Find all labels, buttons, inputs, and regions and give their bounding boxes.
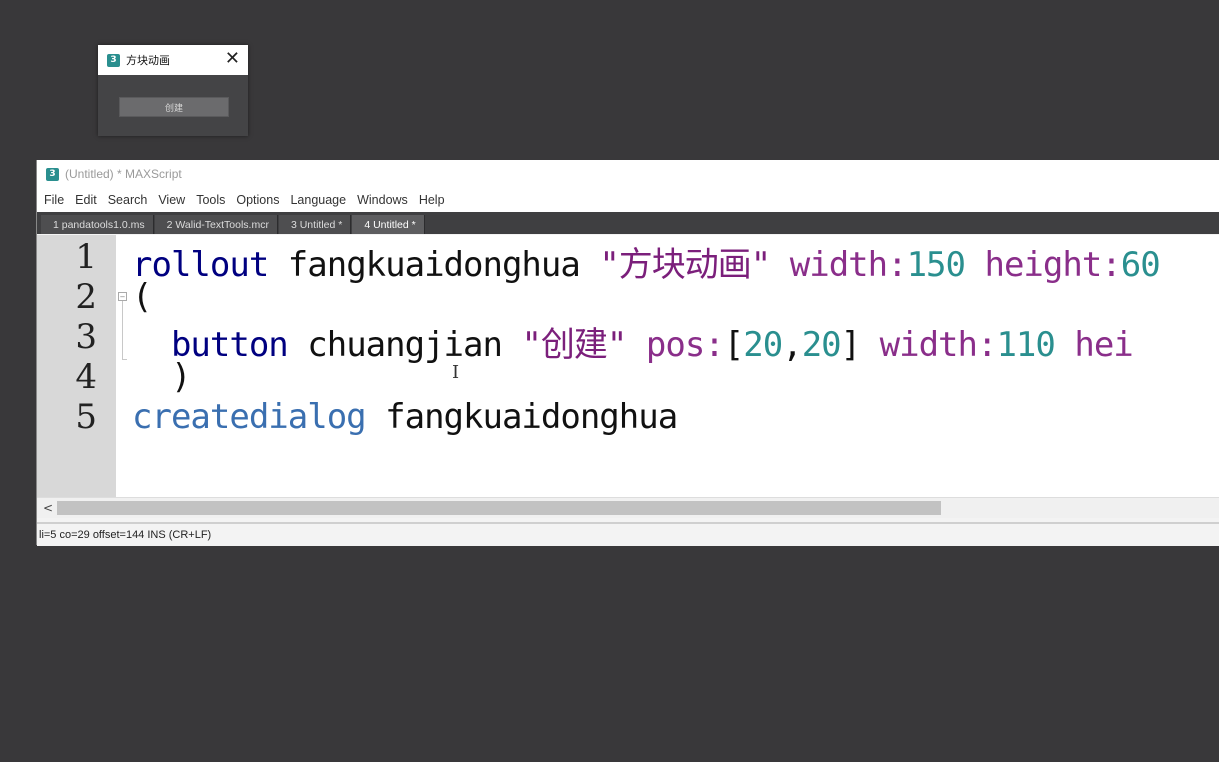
menu-file[interactable]: File — [44, 193, 64, 207]
max-app-icon: 3 — [107, 53, 120, 67]
code-string: "创建" — [521, 325, 627, 365]
code-string: "方块动画" — [599, 245, 771, 285]
close-icon[interactable]: ✕ — [225, 50, 240, 68]
code-identifier: chuangjian — [307, 325, 503, 365]
code-line-2: ( — [132, 277, 153, 317]
code-function: createdialog — [132, 397, 367, 437]
code-line-3: button chuangjian "创建" pos:[20,20] width… — [132, 317, 1134, 366]
code-bracket: [ — [723, 325, 745, 365]
menu-options[interactable]: Options — [236, 193, 279, 207]
menu-help[interactable]: Help — [419, 193, 445, 207]
code-param: hei — [1074, 325, 1133, 365]
fold-guide — [122, 301, 123, 359]
rollout-dialog: 3 方块动画 ✕ 创建 — [98, 45, 248, 136]
dialog-titlebar[interactable]: 3 方块动画 ✕ — [98, 45, 248, 75]
code-paren: ) — [170, 357, 192, 397]
code-number: 150 — [906, 245, 966, 285]
menu-view[interactable]: View — [158, 193, 185, 207]
code-line-5: createdialog fangkuaidonghua — [132, 397, 678, 437]
code-editor[interactable]: 1 2 3 4 5 − rollout fangkuaidonghua "方块动… — [37, 235, 1219, 497]
line-number: 3 — [75, 317, 97, 357]
code-number: 20 — [801, 325, 842, 365]
dialog-title: 方块动画 — [126, 54, 170, 67]
code-keyword: rollout — [132, 245, 269, 285]
tab-walid-texttools[interactable]: 2 Walid-TextTools.mcr — [154, 215, 278, 234]
line-number-gutter: 1 2 3 4 5 — [37, 235, 116, 497]
editor-title: (Untitled) * MAXScript — [65, 167, 182, 181]
code-number: 20 — [743, 325, 783, 365]
code-identifier: fangkuaidonghua — [385, 397, 678, 437]
ibeam-cursor-icon: I — [452, 362, 460, 383]
file-tab-bar: 1 pandatools1.0.ms 2 Walid-TextTools.mcr… — [37, 212, 1219, 234]
menubar: File Edit Search View Tools Options Lang… — [37, 188, 1219, 212]
menu-language[interactable]: Language — [290, 193, 346, 207]
max-app-icon: 3 — [46, 167, 59, 181]
code-param: height: — [984, 245, 1121, 285]
code-line-4: ) — [132, 357, 192, 397]
menu-edit[interactable]: Edit — [75, 193, 97, 207]
line-number: 5 — [75, 397, 97, 437]
code-bracket: ] — [840, 325, 862, 365]
tab-pandatools[interactable]: 1 pandatools1.0.ms — [41, 215, 154, 234]
maxscript-editor-window: 3 (Untitled) * MAXScript File Edit Searc… — [36, 160, 1219, 546]
line-number: 1 — [75, 237, 97, 277]
code-paren: ( — [132, 277, 153, 317]
menu-search[interactable]: Search — [108, 193, 148, 207]
code-param: pos: — [645, 325, 725, 365]
scroll-thumb[interactable] — [57, 501, 941, 515]
horizontal-scrollbar[interactable]: < — [37, 497, 1219, 518]
code-number: 60 — [1120, 245, 1161, 285]
scroll-left-icon[interactable]: < — [43, 501, 53, 515]
line-number: 2 — [75, 277, 97, 317]
menu-tools[interactable]: Tools — [196, 193, 225, 207]
line-number: 4 — [75, 357, 97, 397]
menu-windows[interactable]: Windows — [357, 193, 408, 207]
code-param: width: — [789, 245, 908, 285]
code-param: width: — [879, 325, 998, 365]
code-comma: , — [782, 325, 803, 365]
editor-titlebar[interactable]: 3 (Untitled) * MAXScript — [37, 160, 1219, 188]
fold-toggle-icon[interactable]: − — [118, 292, 127, 301]
code-number: 110 — [996, 325, 1055, 365]
create-button[interactable]: 创建 — [119, 97, 229, 117]
code-line-1: rollout fangkuaidonghua "方块动画" width:150… — [132, 237, 1161, 286]
tab-untitled-3[interactable]: 3 Untitled * — [278, 215, 352, 234]
code-identifier: fangkuaidonghua — [287, 245, 581, 285]
tab-untitled-4[interactable]: 4 Untitled * — [352, 215, 425, 234]
fold-guide-end — [122, 359, 127, 360]
cursor-position-status: li=5 co=29 offset=144 INS (CR+LF) — [39, 529, 212, 541]
status-bar: li=5 co=29 offset=144 INS (CR+LF) — [37, 522, 1219, 546]
